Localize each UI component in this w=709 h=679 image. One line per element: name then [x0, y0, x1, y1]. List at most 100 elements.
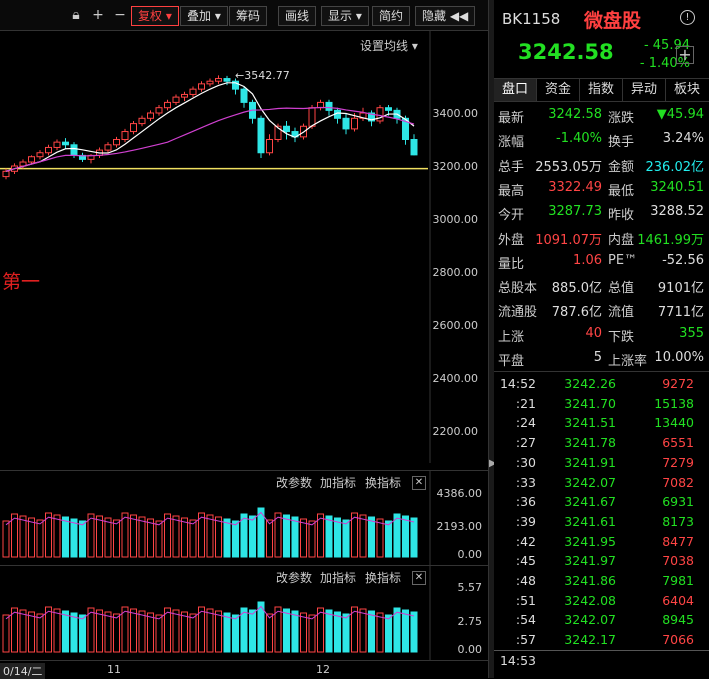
tick-time: :54 [515, 612, 536, 628]
volume-panel[interactable]: 改参数 加指标 换指标 ✕ 4386.00 2193.00 0.00 [0, 470, 488, 565]
volume-bar [206, 608, 214, 653]
tick-time: :36 [515, 494, 536, 510]
volume-bar [53, 608, 61, 653]
tick-volume: 7066 [662, 632, 694, 648]
tick-time: :45 [515, 553, 536, 569]
volume-bar [19, 515, 27, 558]
add-indicator-button[interactable]: 加指标 [320, 474, 356, 491]
change-indicator-button[interactable]: 换指标 [365, 569, 401, 586]
volume-bar [317, 607, 324, 653]
tab-movement[interactable]: 异动 [623, 79, 666, 101]
candle-body [62, 141, 69, 146]
y-tick: 0.00 [457, 548, 483, 561]
stat-label: 今开 [498, 208, 525, 224]
volume-bar [317, 513, 324, 558]
stat-value: 5 [593, 350, 602, 365]
draw-line-button[interactable]: 画线 [278, 6, 317, 26]
edit-params-button[interactable]: 改参数 [276, 569, 312, 586]
candle-body [2, 170, 10, 178]
tab-sector[interactable]: 板块 [666, 79, 708, 101]
tick-time: :30 [515, 454, 536, 470]
date-cursor-label: 0/14/二 [0, 663, 46, 679]
volume-bar [342, 613, 350, 653]
volume-bar [172, 515, 180, 558]
close-icon[interactable]: ✕ [412, 476, 426, 490]
info-icon[interactable]: ! [680, 10, 695, 25]
tick-volume: 6931 [662, 494, 694, 510]
simple-button[interactable]: 简约 [372, 6, 411, 26]
volume-bar [53, 514, 61, 558]
stat-label: PE™ [608, 252, 638, 268]
tick-row: :48 3241.86 7981 [494, 571, 709, 590]
volume-bar [2, 614, 10, 653]
volume-bar [70, 518, 78, 558]
volume-bar [223, 612, 231, 653]
volume-bar [249, 609, 256, 653]
volume-bar [402, 609, 409, 653]
tick-volume: 8945 [662, 612, 694, 628]
volume-bar [189, 613, 197, 653]
chart-panel: 🔒︎ + − 复权 ▾ 叠加 ▾ 筹码 画线 显示 ▾ 简约 隐藏 ◀◀ 设置均… [0, 0, 488, 679]
hide-button[interactable]: 隐藏 ◀◀ [415, 6, 476, 26]
tick-price: 3241.86 [564, 573, 616, 588]
change-indicator-button[interactable]: 换指标 [365, 474, 401, 491]
candle-body [351, 117, 358, 130]
tick-price: 3242.17 [564, 632, 616, 648]
candle-body [308, 107, 316, 127]
indicator-panel[interactable]: 改参数 加指标 换指标 ✕ 5.57 2.75 0.00 [0, 565, 488, 661]
volume-bar [300, 612, 307, 653]
volume-bar [385, 614, 392, 653]
adjust-button[interactable]: 复权 ▾ [131, 6, 179, 26]
quote-panel: BK1158 微盘股 ! 3242.58 - 45.94 - 1.40% + 盘… [494, 0, 709, 678]
candle-body [28, 156, 35, 163]
display-button[interactable]: 显示 ▾ [321, 6, 369, 26]
month-label-12: 12 [316, 663, 330, 676]
ma-settings-button[interactable]: 设置均线 ▾ [360, 37, 418, 54]
volume-bar [198, 512, 205, 558]
stat-value: 3322.49 [548, 179, 602, 195]
volume-bar [240, 513, 248, 558]
tab-index[interactable]: 指数 [580, 79, 623, 101]
chips-button[interactable]: 筹码 [229, 6, 268, 26]
quote-tabs: 盘口 资金 指数 异动 板块 [494, 78, 709, 102]
plus-icon[interactable]: + [90, 7, 106, 23]
candle-body [257, 117, 265, 154]
stat-label: 量比 [498, 256, 525, 272]
volume-bar [147, 518, 154, 558]
candlestick-chart[interactable]: 设置均线 ▾ ←3542.77 第一 3400.00 3200.00 3000.… [0, 31, 488, 463]
stock-name: 微盘股 [584, 10, 642, 32]
tick-row: :51 3242.08 6404 [494, 591, 709, 610]
add-watchlist-button[interactable]: + [676, 46, 694, 64]
overlay-button[interactable]: 叠加 ▾ [180, 6, 228, 26]
volume-bar [393, 607, 401, 653]
volume-bar [36, 519, 44, 558]
stock-code: BK1158 [502, 10, 561, 28]
candle-body [215, 78, 222, 82]
tick-row: :30 3241.91 7279 [494, 453, 709, 472]
stat-label: 上涨 [498, 329, 525, 345]
tab-orderbook[interactable]: 盘口 [494, 79, 537, 101]
candle-body [155, 107, 163, 114]
volume-bar [368, 610, 375, 653]
tab-funds[interactable]: 资金 [537, 79, 580, 101]
stat-value: 3240.51 [650, 179, 704, 195]
tick-list[interactable]: 14:52 3242.26 9272:21 3241.70 15138:24 3241.5… [494, 371, 709, 679]
stat-label: 换手 [608, 135, 635, 151]
peak-label: ←3542.77 [235, 69, 290, 82]
volume-bar [266, 613, 273, 653]
volume-bar [45, 512, 52, 558]
stat-row: 流通股 787.6亿 流值 7711亿 [494, 298, 709, 320]
lock-icon[interactable]: 🔒︎ [68, 7, 84, 23]
tick-price: 3241.91 [564, 454, 616, 470]
tick-volume: 9272 [662, 376, 694, 391]
y-tick: 5.57 [457, 581, 483, 594]
volume-bar [104, 517, 112, 558]
close-icon[interactable]: ✕ [412, 571, 426, 585]
volume-bar [291, 516, 299, 558]
stat-label: 总值 [608, 281, 635, 297]
add-indicator-button[interactable]: 加指标 [320, 569, 356, 586]
chart-annotation: 第一 [2, 271, 41, 293]
minus-icon[interactable]: − [112, 7, 128, 23]
edit-params-button[interactable]: 改参数 [276, 474, 312, 491]
candle-body [36, 152, 44, 158]
